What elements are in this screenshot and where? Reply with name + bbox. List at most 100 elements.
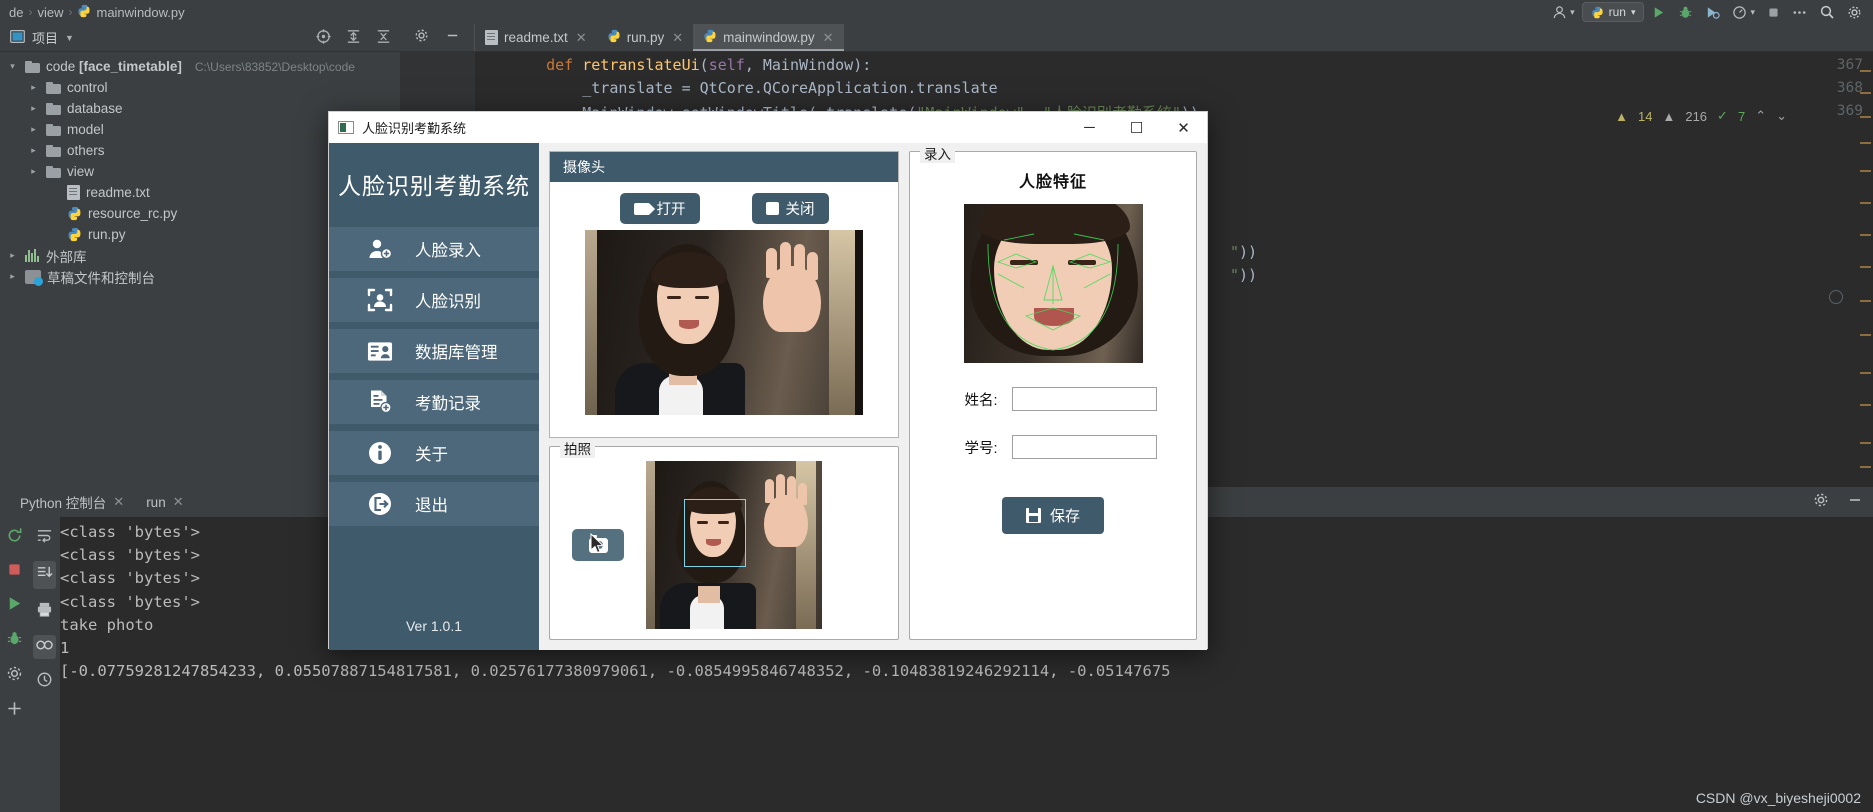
code-line: ")) bbox=[1230, 266, 1258, 284]
console-tab[interactable]: Python 控制台 ✕ bbox=[10, 488, 134, 516]
close-icon[interactable]: ✕ bbox=[576, 30, 587, 46]
vcs-user-icon[interactable]: ▾ bbox=[1547, 3, 1580, 22]
editor-tab[interactable]: readme.txt ✕ bbox=[475, 24, 597, 51]
user-add-icon bbox=[367, 236, 393, 262]
close-icon[interactable]: ✕ bbox=[173, 494, 184, 510]
editor-tab[interactable]: mainwindow.py ✕ bbox=[693, 24, 845, 51]
chevron-down-icon[interactable]: ▼ bbox=[65, 33, 74, 43]
profiler-button[interactable]: ▾ bbox=[1727, 3, 1760, 22]
close-icon[interactable]: ✕ bbox=[823, 30, 834, 46]
hide-toolwindow-icon[interactable] bbox=[445, 28, 460, 48]
settings-gear-icon[interactable] bbox=[6, 665, 23, 687]
weak-warning-triangle-icon: ▲ bbox=[1662, 108, 1676, 124]
scroll-to-end-icon[interactable] bbox=[32, 561, 56, 589]
tree-item[interactable]: ▾ code [face_timetable] C:\Users\83852\Des… bbox=[0, 56, 400, 77]
breadcrumb-item-0[interactable]: de bbox=[4, 5, 28, 20]
chevron-right-icon[interactable]: ▸ bbox=[27, 145, 40, 156]
debug-button[interactable] bbox=[1673, 3, 1698, 22]
chevron-right-icon[interactable]: ▸ bbox=[27, 166, 40, 177]
tree-item-label: view bbox=[67, 164, 95, 179]
tree-item-label: model bbox=[67, 122, 104, 137]
debug-icon[interactable] bbox=[6, 630, 23, 652]
chevron-right-icon[interactable]: ▸ bbox=[27, 103, 40, 114]
maximize-button[interactable]: ☐ bbox=[1113, 112, 1160, 143]
student-id-field[interactable] bbox=[1011, 435, 1157, 459]
checkmark-icon: ✓ bbox=[1717, 108, 1728, 123]
tree-item-label: others bbox=[67, 143, 105, 158]
chevron-right-icon[interactable]: ▸ bbox=[6, 271, 19, 282]
console-tab-label: Python 控制台 bbox=[20, 496, 107, 511]
code-line: def retranslateUi(self, MainWindow): bbox=[546, 56, 872, 74]
hide-toolwindow-icon[interactable] bbox=[1847, 492, 1863, 513]
sidebar-item-4[interactable]: 考勤记录 bbox=[329, 380, 539, 424]
sidebar-item-5[interactable]: 关于 bbox=[329, 431, 539, 475]
sidebar-item-1[interactable]: 人脸录入 bbox=[329, 227, 539, 271]
more-options-icon[interactable] bbox=[1787, 3, 1812, 22]
weak-warning-count: 216 bbox=[1685, 108, 1708, 124]
breadcrumb-label: view bbox=[37, 4, 64, 20]
close-icon[interactable]: ✕ bbox=[113, 494, 124, 510]
resume-icon[interactable] bbox=[6, 595, 23, 617]
code-line: _translate = QtCore.QCoreApplication.tra… bbox=[510, 79, 998, 97]
chevron-right-icon[interactable]: ▸ bbox=[27, 124, 40, 135]
settings-gear-icon[interactable] bbox=[1813, 492, 1829, 513]
soft-wrap-icon[interactable] bbox=[36, 527, 53, 549]
sidebar-item-6[interactable]: 退出 bbox=[329, 482, 539, 526]
tree-item[interactable]: ▸ control bbox=[0, 77, 400, 98]
dialog-titlebar[interactable]: 人脸识别考勤系统 ─ ☐ ✕ bbox=[329, 112, 1207, 143]
add-icon[interactable] bbox=[6, 700, 23, 722]
next-problem-icon[interactable]: ⌄ bbox=[1776, 108, 1787, 124]
select-opened-file-icon[interactable] bbox=[315, 28, 332, 48]
run-configuration-selector[interactable]: run ▾ bbox=[1581, 2, 1645, 22]
chevron-right-icon[interactable]: ▸ bbox=[6, 250, 19, 261]
stop-square-icon bbox=[765, 202, 779, 215]
minimize-button[interactable]: ─ bbox=[1066, 112, 1113, 143]
breadcrumb-item-2[interactable]: mainwindow.py bbox=[72, 4, 189, 20]
sidebar-item-label: 退出 bbox=[415, 497, 448, 515]
save-button[interactable]: 保存 bbox=[1001, 497, 1104, 534]
name-field[interactable] bbox=[1011, 387, 1157, 411]
sidebar-title: 人脸识别考勤系统 bbox=[338, 173, 530, 199]
console-tab[interactable]: run ✕ bbox=[136, 490, 193, 519]
sidebar-item-3[interactable]: 数据库管理 bbox=[329, 329, 539, 373]
close-button[interactable]: ✕ bbox=[1160, 112, 1207, 143]
chevron-down-icon: ▾ bbox=[1750, 6, 1755, 17]
floppy-disk-icon bbox=[1025, 508, 1041, 523]
tree-item-label: database bbox=[67, 101, 123, 116]
history-clock-icon[interactable] bbox=[36, 671, 53, 693]
chevron-right-icon[interactable]: ▸ bbox=[27, 82, 40, 93]
right-column: 录入 人脸特征 姓名: 学号: 保存 bbox=[909, 143, 1197, 640]
tree-item-label: run.py bbox=[88, 227, 126, 242]
close-icon[interactable]: ✕ bbox=[672, 30, 683, 46]
inspection-widget[interactable]: ▲ 14 ▲ 216 ✓ 7 ⌃ ⌄ bbox=[1615, 108, 1787, 124]
sidebar-item-2[interactable]: 人脸识别 bbox=[329, 278, 539, 322]
camera-panel: 摄像头 打开 关闭 bbox=[549, 151, 899, 438]
console-line: [-0.07759281247854233, 0.055078871548175… bbox=[60, 662, 1171, 681]
settings-gear-icon[interactable] bbox=[414, 28, 429, 48]
rerun-icon[interactable] bbox=[6, 527, 23, 549]
python-file-icon bbox=[703, 29, 717, 46]
form-label: 姓名: bbox=[964, 392, 998, 409]
stop-button[interactable] bbox=[1762, 4, 1785, 21]
folder-icon bbox=[46, 144, 61, 157]
editor-tab[interactable]: run.py ✕ bbox=[597, 24, 693, 51]
chevron-down-icon[interactable]: ▾ bbox=[6, 61, 19, 72]
tree-item-label: code [face_timetable] bbox=[46, 59, 182, 74]
python-file-icon bbox=[77, 4, 91, 20]
run-with-coverage-button[interactable] bbox=[1700, 3, 1725, 22]
face-attendance-dialog[interactable]: 人脸识别考勤系统 ─ ☐ ✕ 人脸识别考勤系统 人脸录入人脸识别数据库管理考勤记… bbox=[328, 111, 1208, 650]
face-feature-preview bbox=[963, 204, 1143, 363]
settings-gear-icon[interactable] bbox=[1842, 3, 1867, 22]
search-icon[interactable] bbox=[1814, 2, 1840, 22]
print-icon[interactable] bbox=[36, 601, 53, 623]
previous-problem-icon[interactable]: ⌃ bbox=[1755, 108, 1766, 124]
stop-icon[interactable] bbox=[7, 562, 22, 582]
close-camera-button[interactable]: 关闭 bbox=[751, 193, 829, 224]
open-camera-button[interactable]: 打开 bbox=[619, 193, 700, 224]
expand-all-icon[interactable] bbox=[345, 28, 362, 48]
toggle-console-icon[interactable] bbox=[32, 635, 56, 659]
collapse-all-icon[interactable] bbox=[375, 28, 392, 48]
run-button[interactable] bbox=[1646, 3, 1671, 22]
breadcrumb-item-1[interactable]: view bbox=[32, 5, 68, 20]
close-camera-label: 关闭 bbox=[785, 202, 815, 218]
